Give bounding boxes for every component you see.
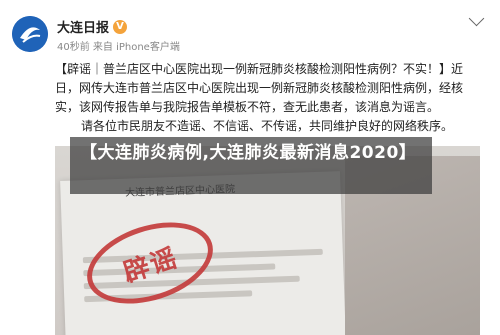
chevron-down-icon[interactable] (468, 10, 485, 27)
account-name[interactable]: 大连日报 (57, 17, 109, 36)
post-line: 【辟谣｜普兰店区中心医院出现一例新冠肺炎核酸检测阳性病例？不实！】近 (55, 62, 464, 76)
post-meta: 40秒前 来自 iPhone客户端 (57, 42, 180, 53)
caption-text: 【大连肺炎病例,大连肺炎最新消息2020】 (80, 143, 417, 163)
avatar[interactable] (12, 16, 48, 52)
post-line: 实，该网传报告单与我院报告单模板不符，查无此患者，该消息为谣言。 (55, 100, 440, 114)
post-line: 请各位市民朋友不造谣、不信谣、不传谣，共同维护良好的网络秩序。 (81, 119, 454, 133)
post-text: 【辟谣｜普兰店区中心医院出现一例新冠肺炎核酸检测阳性病例？不实！】近 日，网传大… (55, 60, 480, 136)
verified-badge-icon: V (113, 19, 128, 34)
newspaper-logo-icon (12, 16, 48, 52)
account-name-row: 大连日报 V (57, 17, 128, 36)
post-line: 日，网传大连市普兰店区中心医院出现一例新冠肺炎核酸检测阳性病例，经核 (55, 81, 464, 95)
